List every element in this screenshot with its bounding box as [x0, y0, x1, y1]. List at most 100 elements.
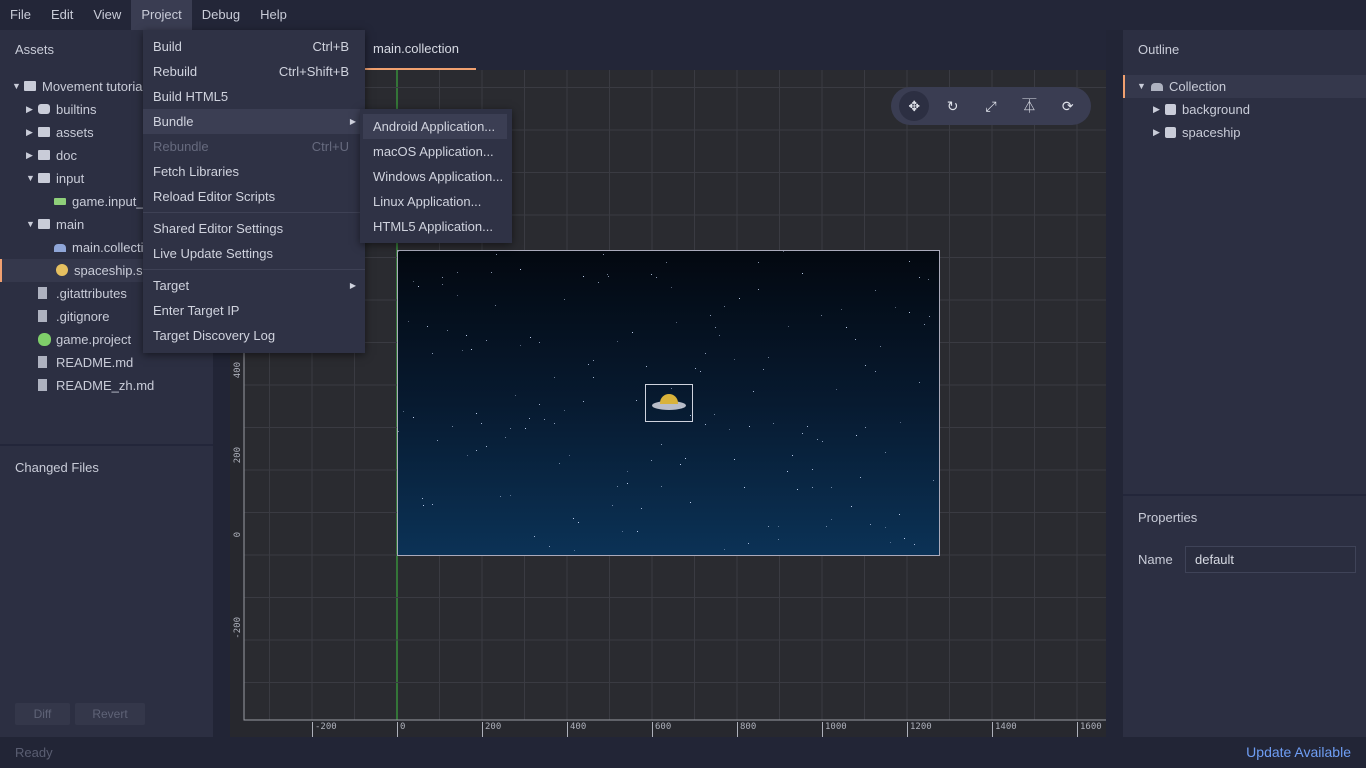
panel-divider[interactable]	[0, 444, 213, 446]
chevron-right-icon[interactable]: ▶	[26, 144, 33, 167]
y-tick-label: 400	[233, 362, 243, 379]
chevron-down-icon[interactable]: ▼	[26, 167, 35, 190]
menu-view[interactable]: View	[83, 0, 131, 30]
menu-item-shared-editor-settings[interactable]: Shared Editor Settings	[143, 216, 365, 241]
bundle-item[interactable]: macOS Application...	[363, 139, 507, 164]
star	[884, 527, 886, 529]
star	[680, 407, 682, 409]
panel-divider[interactable]	[1123, 494, 1366, 496]
star	[437, 440, 439, 442]
update-available-link[interactable]: Update Available	[1246, 744, 1351, 760]
menu-item-target[interactable]: Target ▶	[143, 273, 365, 298]
bundle-item[interactable]: Android Application...	[363, 114, 507, 139]
visibility-icon[interactable]: ⟳	[1053, 91, 1083, 121]
star	[505, 437, 507, 438]
star	[587, 364, 589, 366]
chevron-down-icon[interactable]: ▼	[26, 213, 35, 236]
star	[913, 543, 915, 545]
star	[801, 433, 803, 435]
menu-item-build[interactable]: Build Ctrl+B	[143, 34, 365, 59]
outline-item-collection[interactable]: ▼ Collection	[1123, 75, 1366, 98]
folder-icon	[38, 150, 50, 160]
menu-item-rebuild[interactable]: Rebuild Ctrl+Shift+B	[143, 59, 365, 84]
perspective-toggle-icon[interactable]: ⏄	[1014, 91, 1044, 121]
menu-debug[interactable]: Debug	[192, 0, 250, 30]
star	[685, 457, 687, 459]
menu-item-rebundle[interactable]: Rebundle Ctrl+U	[143, 134, 365, 159]
status-text: Ready	[15, 745, 53, 760]
chevron-right-icon[interactable]: ▶	[26, 121, 33, 144]
chevron-down-icon[interactable]: ▼	[12, 75, 21, 98]
revert-button[interactable]: Revert	[75, 703, 145, 725]
star	[568, 455, 570, 457]
menubar: File Edit View Project Debug Help	[0, 0, 1366, 30]
star	[495, 305, 497, 306]
menu-item-build-html5[interactable]: Build HTML5	[143, 84, 365, 109]
star	[573, 518, 575, 520]
star	[471, 349, 473, 351]
chevron-right-icon[interactable]: ▶	[26, 98, 33, 121]
tree-item-label: input	[56, 171, 85, 186]
star	[661, 443, 663, 445]
tree-item[interactable]: README_zh.md	[0, 374, 213, 397]
rotate-tool-icon[interactable]: ↻	[938, 91, 968, 121]
menu-item-enter-target-ip[interactable]: Enter Target IP	[143, 298, 365, 323]
star	[529, 418, 531, 420]
chevron-right-icon[interactable]: ▶	[1153, 121, 1160, 144]
star	[413, 281, 414, 282]
x-tick-label: 0	[397, 722, 405, 737]
move-tool-icon[interactable]: ✥	[899, 91, 930, 121]
submenu-arrow-icon: ▶	[349, 117, 356, 126]
star	[860, 477, 862, 479]
tree-item-label: .gitignore	[56, 309, 110, 324]
star	[714, 413, 716, 415]
star	[841, 309, 842, 310]
menu-item-live-update-settings[interactable]: Live Update Settings	[143, 241, 365, 266]
star	[622, 531, 623, 532]
star	[563, 299, 565, 301]
project-menu: Build Ctrl+B Rebuild Ctrl+Shift+B Build HTML…	[143, 30, 365, 353]
outline-item-spaceship[interactable]: ▶ spaceship	[1123, 121, 1366, 144]
properties-title: Properties	[1138, 510, 1198, 525]
star	[627, 471, 628, 472]
bundle-item[interactable]: HTML5 Application...	[363, 214, 507, 239]
bundle-item[interactable]: Linux Application...	[363, 189, 507, 214]
star	[748, 426, 750, 428]
star	[456, 295, 458, 297]
menu-item-target-discovery-log[interactable]: Target Discovery Log	[143, 323, 365, 348]
menu-project[interactable]: Project	[131, 0, 192, 30]
file-icon	[38, 356, 47, 368]
star	[816, 438, 818, 440]
x-tick-label: 1200	[907, 722, 932, 737]
menu-item-reload-editor-scripts[interactable]: Reload Editor Scripts	[143, 184, 365, 209]
star	[573, 550, 575, 552]
spaceship-sprite[interactable]	[645, 384, 693, 422]
star	[485, 446, 487, 448]
menu-help[interactable]: Help	[250, 0, 297, 30]
tab-main-collection[interactable]: main.collection ✕	[360, 30, 476, 94]
star	[734, 359, 735, 360]
star	[874, 289, 876, 291]
x-tick-label: 800	[737, 722, 756, 737]
menu-item-bundle[interactable]: Bundle ▶	[143, 109, 365, 134]
scale-tool-icon[interactable]: ⤢	[976, 91, 1006, 121]
outline-item-background[interactable]: ▶ background	[1123, 98, 1366, 121]
star	[782, 251, 784, 253]
star	[631, 332, 633, 334]
star	[743, 487, 745, 489]
menu-edit[interactable]: Edit	[41, 0, 83, 30]
name-field[interactable]: default	[1185, 546, 1356, 573]
diff-button[interactable]: Diff	[15, 703, 70, 725]
bundle-item[interactable]: Windows Application...	[363, 164, 507, 189]
star	[578, 522, 580, 524]
outline-panel: Outline ▼ Collection ▶ background ▶ spacesh…	[1123, 30, 1366, 737]
tree-item-label: README_zh.md	[56, 378, 155, 393]
shortcut: Ctrl+Shift+B	[278, 64, 349, 79]
star	[797, 488, 799, 490]
chevron-right-icon[interactable]: ▶	[1153, 98, 1160, 121]
menu-item-fetch-libraries[interactable]: Fetch Libraries	[143, 159, 365, 184]
menu-file[interactable]: File	[0, 0, 41, 30]
tree-item[interactable]: README.md	[0, 351, 213, 374]
outline-title: Outline	[1138, 42, 1180, 57]
star	[704, 353, 706, 355]
